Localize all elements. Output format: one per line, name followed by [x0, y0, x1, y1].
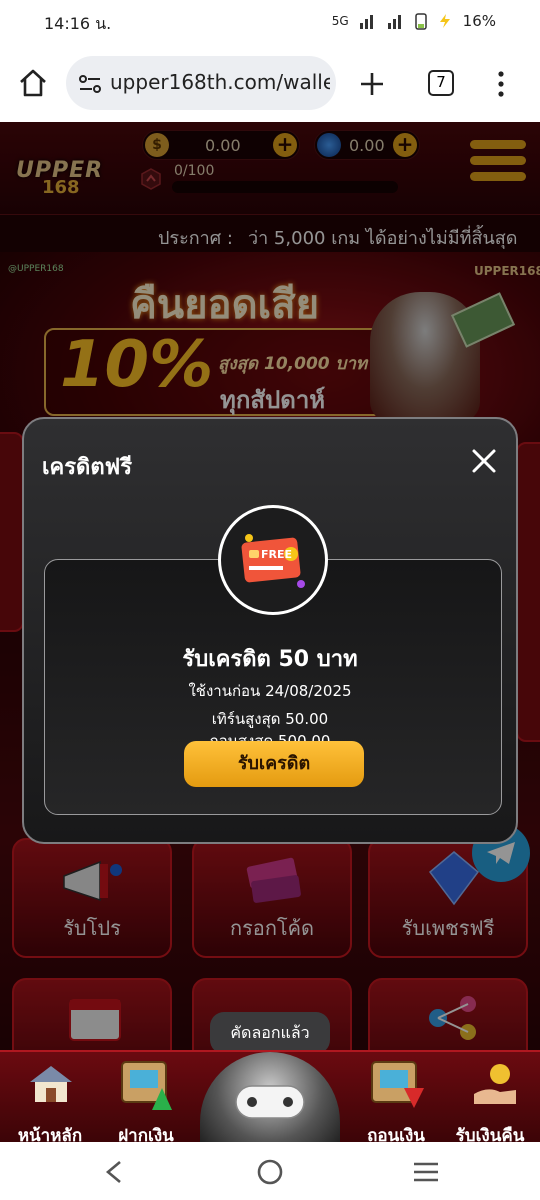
house-icon: [30, 1066, 72, 1102]
charging-icon: [439, 14, 450, 28]
tab-count[interactable]: 7: [428, 70, 454, 96]
nav-home[interactable]: หน้าหลัก: [0, 1056, 100, 1146]
offer-expiry: ใช้งานก่อน 24/08/2025: [188, 682, 352, 700]
recent-apps-icon[interactable]: [412, 1160, 440, 1184]
offer-turnover: เทิร์นสูงสุด 50.00: [211, 710, 329, 728]
close-icon[interactable]: [470, 447, 498, 475]
browser-toolbar: upper168th.com/walle 7: [0, 44, 540, 122]
atm-withdraw-icon: [371, 1061, 424, 1108]
free-credit-modal: เครดิตฟรี FREE รับเครดิต 50 บาท ใช้งานก่…: [22, 417, 518, 844]
status-icons: 5G 16%: [332, 12, 496, 30]
nav-cashback[interactable]: รับเงินคืน: [444, 1056, 540, 1146]
battery-icon: [414, 13, 427, 30]
new-tab-icon[interactable]: [358, 70, 386, 98]
signal-icon: [359, 15, 373, 29]
site-settings-icon[interactable]: [78, 74, 102, 94]
url-text[interactable]: upper168th.com/walle: [110, 70, 330, 94]
battery-percent: 16%: [462, 12, 496, 30]
status-bar: 14:16 น. 5G 16%: [0, 0, 540, 44]
nav-withdraw[interactable]: ถอนเงิน: [346, 1056, 446, 1146]
atm-deposit-icon: [121, 1061, 172, 1110]
signal-icon-2: [387, 15, 401, 29]
claim-credit-button[interactable]: รับเครดิต: [184, 741, 364, 787]
modal-title: เครดิตฟรี: [42, 455, 133, 480]
system-nav-bar: [0, 1142, 540, 1200]
nav-games[interactable]: [200, 1052, 340, 1142]
home-icon[interactable]: [18, 68, 48, 98]
nav-deposit[interactable]: ฝากเงิน: [96, 1056, 196, 1146]
status-time: 14:16 น.: [44, 14, 112, 33]
network-type: 5G: [331, 14, 349, 28]
gamepad-icon: [235, 1085, 305, 1119]
cashback-hand-icon: [474, 1064, 516, 1104]
credit-card-icon: [241, 534, 305, 588]
badge-text: FREE: [261, 548, 293, 561]
free-credit-badge: FREE: [218, 505, 328, 615]
home-circle-icon[interactable]: [256, 1158, 284, 1186]
bottom-nav: หน้าหลัก ฝากเงิน ถอนเงิน รับเงินคืน: [0, 1050, 540, 1146]
offer-heading: รับเครดิต 50 บาท: [182, 647, 358, 672]
more-menu-icon[interactable]: [496, 70, 506, 98]
copied-toast: คัดลอกแล้ว: [210, 1012, 330, 1054]
back-icon[interactable]: [104, 1160, 124, 1184]
